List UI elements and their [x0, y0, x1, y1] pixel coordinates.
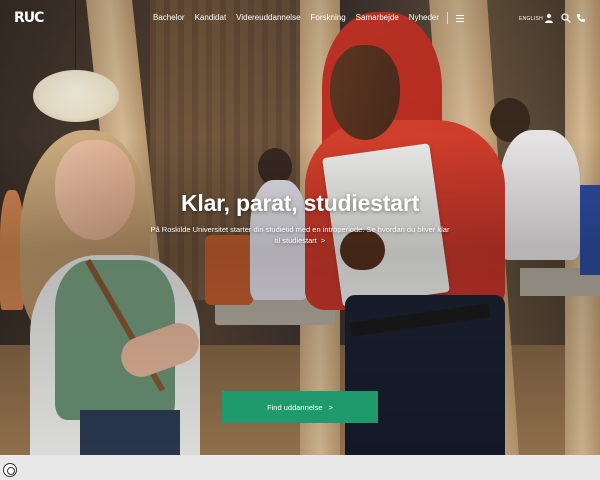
top-navigation: RUC Bachelor Kandidat Videreuddannelse F…	[0, 0, 600, 36]
ruc-logo[interactable]: RUC	[14, 10, 44, 26]
hero-subtitle-text: På Roskilde Universitet starter din stud…	[150, 225, 450, 245]
search-icon[interactable]	[561, 13, 571, 23]
nav-item-kandidat[interactable]: Kandidat	[195, 13, 227, 22]
bottom-bar	[0, 455, 600, 480]
menu-icon[interactable]	[456, 15, 464, 22]
nav-divider	[447, 12, 448, 24]
cta-label: Find uddannelse	[267, 402, 323, 412]
chevron-right-icon: >	[320, 236, 326, 245]
phone-icon[interactable]	[576, 13, 586, 23]
nav-item-nyheder[interactable]: Nyheder	[409, 13, 439, 22]
nav-item-videreuddannelse[interactable]: Videreuddannelse	[236, 13, 300, 22]
main-menu: Bachelor Kandidat Videreuddannelse Forsk…	[153, 13, 449, 22]
cookie-icon[interactable]	[3, 463, 17, 477]
hero-subtitle-link[interactable]: På Roskilde Universitet starter din stud…	[150, 224, 450, 246]
hero-title: Klar, parat, studiestart	[180, 190, 420, 216]
nav-item-samarbejde[interactable]: Samarbejde	[356, 13, 399, 22]
user-icon[interactable]	[544, 13, 554, 23]
nav-item-forskning[interactable]: Forskning	[311, 13, 346, 22]
nav-item-bachelor[interactable]: Bachelor	[153, 13, 185, 22]
language-switch[interactable]: ENGLISH	[519, 16, 543, 22]
chevron-right-icon: >	[328, 402, 333, 412]
find-education-button[interactable]: Find uddannelse >	[222, 391, 378, 423]
